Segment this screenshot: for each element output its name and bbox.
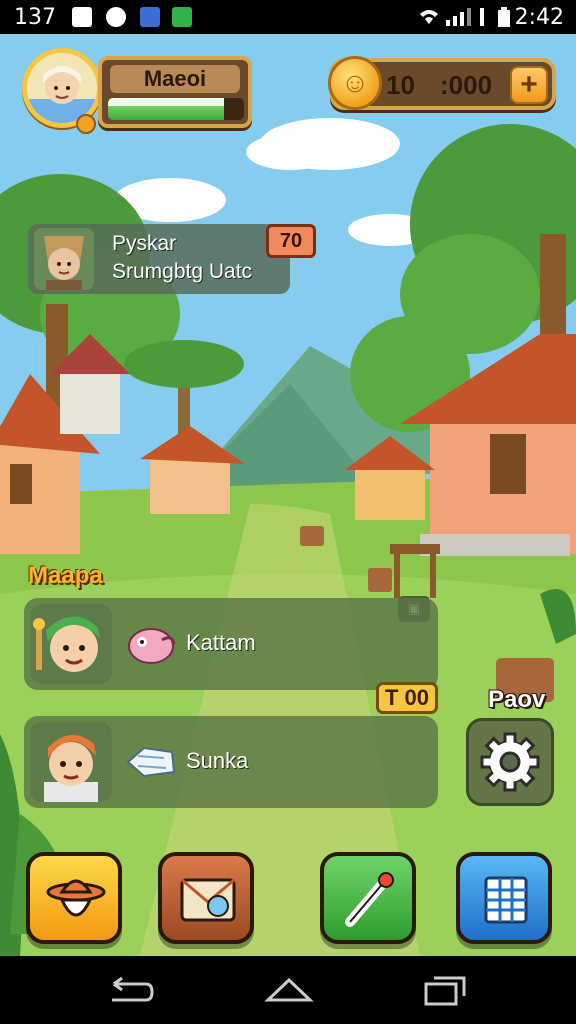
fish-icon <box>126 746 176 778</box>
coin-amount: 10 <box>386 70 415 100</box>
quest-character-portrait <box>34 228 94 290</box>
xp-bar-fill <box>108 98 224 120</box>
crab-icon <box>128 628 176 664</box>
status-time-right: 2:42 <box>514 5 564 30</box>
home-icon[interactable] <box>264 974 314 1006</box>
coin-amount-secondary: :000 <box>440 70 493 100</box>
cost-badge: T 00 <box>376 682 438 714</box>
character-portrait-orange <box>30 722 112 802</box>
navigation-bar <box>0 956 576 1024</box>
map-icon <box>180 878 236 922</box>
status-bar: 137 2:42 <box>0 0 576 34</box>
wifi-signal-battery-icon <box>420 7 510 27</box>
section-label: Maapa <box>28 562 103 589</box>
coin-icon: ☺ <box>328 56 382 110</box>
quest-reward-badge: 70 <box>266 224 316 258</box>
image-notification-icon <box>72 7 92 27</box>
quest-title: Pyskar <box>112 232 177 255</box>
list-item[interactable]: Kattam <box>24 598 438 690</box>
character-button[interactable] <box>26 852 122 944</box>
game-scene[interactable]: Maeoi ☺ 10 :000 + Pyskar Srumgbtg Uatc 7… <box>0 34 576 956</box>
map-button[interactable] <box>158 852 254 944</box>
side-label: Paov <box>488 686 546 713</box>
grid-icon <box>484 876 528 924</box>
gear-icon <box>480 732 540 792</box>
xp-bar <box>108 98 244 120</box>
list-item-label: Kattam <box>186 630 256 655</box>
quest-card[interactable]: Pyskar Srumgbtg Uatc <box>28 224 290 294</box>
status-time-left: 137 <box>14 5 56 30</box>
brush-icon <box>345 872 394 927</box>
game-notification-icon <box>172 7 192 27</box>
character-portrait-green <box>30 604 112 684</box>
back-icon[interactable] <box>106 974 154 1006</box>
inventory-button[interactable] <box>456 852 552 944</box>
quest-subtitle: Srumgbtg Uatc <box>112 260 253 283</box>
village-background <box>0 34 576 956</box>
list-item[interactable]: Sunka <box>24 716 438 808</box>
player-portrait-icon <box>27 66 97 123</box>
app-notification-icon <box>140 7 160 27</box>
add-coins-button[interactable]: + <box>510 66 548 104</box>
list-item-label: Sunka <box>186 748 249 773</box>
coin-counter: ☺ 10 :000 + <box>328 56 556 110</box>
cowboy-hat-icon <box>46 879 106 917</box>
player-name: Maeoi <box>110 65 240 93</box>
level-badge <box>76 114 96 134</box>
player-name-plate: Maeoi <box>98 56 252 128</box>
settings-button[interactable] <box>466 718 554 806</box>
record-notification-icon <box>106 7 126 27</box>
recent-apps-icon[interactable] <box>420 974 468 1006</box>
craft-button[interactable] <box>320 852 416 944</box>
